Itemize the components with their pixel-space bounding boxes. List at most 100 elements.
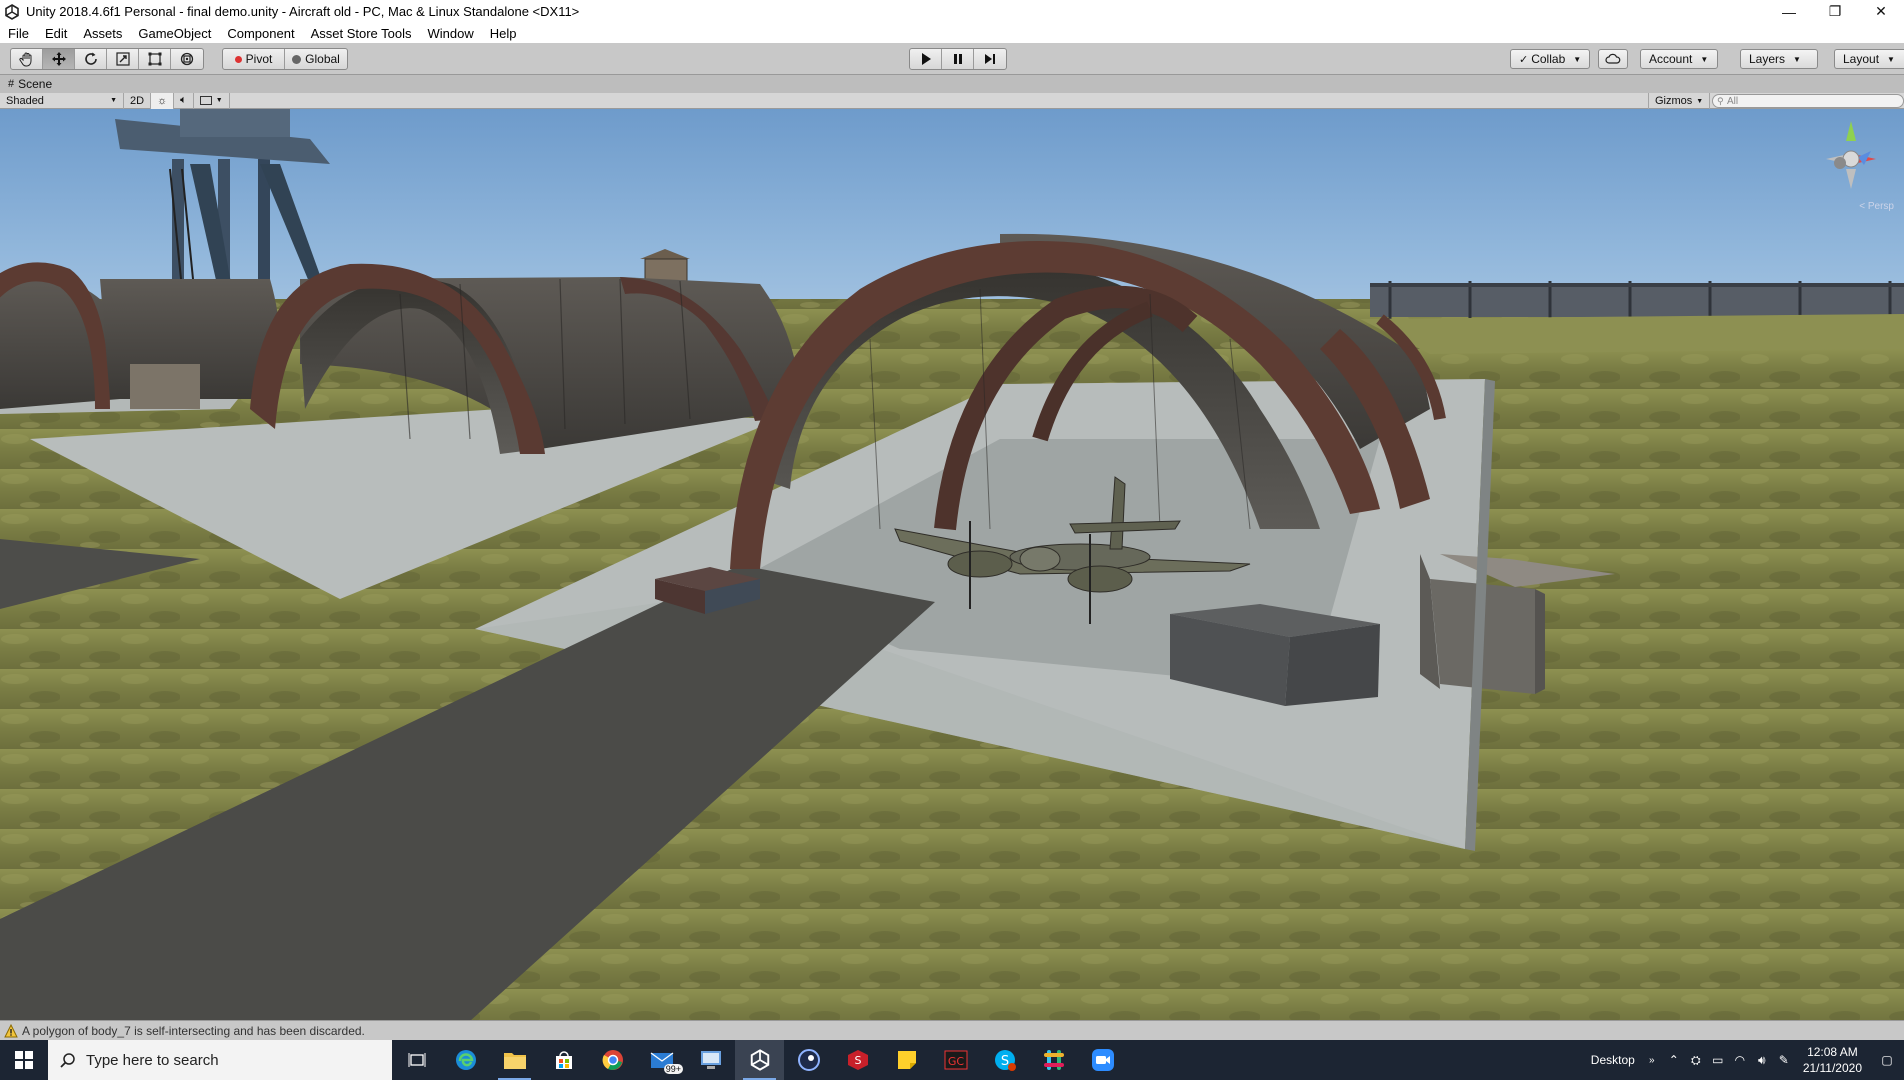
pen-icon[interactable]: ✎ — [1773, 1053, 1795, 1067]
pause-icon — [953, 54, 962, 64]
start-button[interactable] — [0, 1040, 48, 1080]
hangar-far-left — [0, 262, 280, 409]
lighting-toggle[interactable]: ☼ — [151, 92, 175, 109]
scene-viewport[interactable]: < Persp — [0, 109, 1904, 1021]
maximize-button[interactable]: ❐ — [1812, 0, 1858, 23]
grid-icon: # — [8, 78, 15, 90]
clock[interactable]: 12:08 AM 21/11/2020 — [1803, 1044, 1862, 1076]
pause-button[interactable] — [942, 49, 974, 69]
volume-icon[interactable]: 🔊︎ — [1751, 1053, 1773, 1068]
task-view-button[interactable] — [392, 1040, 441, 1080]
network-error-icon[interactable]: ⛭ — [1685, 1053, 1707, 1068]
collab-dropdown[interactable]: ✓ Collab ▼ — [1510, 49, 1591, 69]
gizmos-dropdown[interactable]: Gizmos ▼ — [1648, 93, 1711, 109]
menu-assets[interactable]: Assets — [75, 26, 130, 41]
taskbar-zoom[interactable] — [1078, 1040, 1127, 1080]
hand-tool-icon[interactable] — [11, 49, 43, 69]
close-button[interactable]: ✕ — [1858, 0, 1904, 23]
svg-text:S: S — [854, 1054, 861, 1067]
menu-gameobject[interactable]: GameObject — [130, 26, 219, 41]
battery-icon[interactable]: ▭ — [1707, 1053, 1729, 1067]
chevron-down-icon: ▼ — [1573, 54, 1582, 64]
store-icon — [555, 1051, 572, 1069]
orientation-gizmo[interactable] — [1816, 119, 1886, 209]
windows-taskbar: Type here to search 99+ S GC S Desktop »… — [0, 1040, 1904, 1080]
step-icon — [985, 54, 995, 64]
perspective-label[interactable]: < Persp — [1859, 201, 1894, 212]
menu-component[interactable]: Component — [219, 26, 302, 41]
skype-icon: S — [994, 1050, 1016, 1071]
taskbar-chrome[interactable] — [588, 1040, 637, 1080]
slack-icon — [1043, 1050, 1064, 1070]
taskbar-gamecenter[interactable]: GC — [931, 1040, 980, 1080]
svg-text:S: S — [1000, 1054, 1008, 1069]
system-tray: Desktop » ⌃ ⛭ ▭ ◠ 🔊︎ ✎ 12:08 AM 21/11/20… — [1591, 1040, 1904, 1080]
play-button[interactable] — [910, 49, 942, 69]
taskbar-unity[interactable] — [735, 1040, 784, 1080]
layout-label: Layout — [1843, 52, 1880, 66]
chevron-up-icon[interactable]: ⌃ — [1663, 1053, 1685, 1067]
global-button[interactable]: Global — [285, 49, 347, 69]
scale-tool-icon[interactable] — [107, 49, 139, 69]
pivot-button[interactable]: Pivot — [223, 49, 285, 69]
global-label: Global — [305, 52, 340, 66]
playback-controls — [909, 48, 1007, 70]
title-bar: Unity 2018.4.6f1 Personal - final demo.u… — [0, 0, 1904, 23]
menu-asset-store-tools[interactable]: Asset Store Tools — [303, 26, 420, 41]
tab-scene[interactable]: # Scene — [0, 77, 52, 91]
taskbar-substance[interactable]: S — [833, 1040, 882, 1080]
transform-tool-icon[interactable] — [171, 49, 203, 69]
chevron-double-right-icon[interactable]: » — [1641, 1055, 1663, 1066]
cloud-button[interactable] — [1598, 49, 1628, 69]
menu-edit[interactable]: Edit — [37, 26, 75, 41]
scene-search-input[interactable]: ⚲ All — [1712, 94, 1904, 108]
chevron-down-icon: ▼ — [1700, 54, 1709, 64]
edge-icon — [455, 1050, 476, 1070]
taskbar-skype[interactable]: S — [980, 1040, 1029, 1080]
main-toolbar: Pivot Global ✓ Collab ▼ Account ▼ Layers… — [0, 43, 1904, 75]
pivot-toggles: Pivot Global — [222, 48, 348, 70]
taskbar-search-input[interactable]: Type here to search — [48, 1040, 392, 1080]
clock-time: 12:08 AM — [1807, 1045, 1858, 1059]
wifi-icon[interactable]: ◠ — [1729, 1053, 1751, 1067]
taskbar-store[interactable] — [539, 1040, 588, 1080]
minimize-button[interactable]: — — [1766, 0, 1812, 23]
audio-toggle[interactable]: 🔈︎ — [174, 92, 194, 109]
menu-window[interactable]: Window — [420, 26, 482, 41]
sun-icon: ☼ — [157, 94, 168, 107]
chevron-down-icon: ▼ — [215, 97, 223, 104]
search-placeholder: All — [1727, 95, 1739, 107]
layout-dropdown[interactable]: Layout ▼ — [1834, 49, 1904, 69]
account-dropdown[interactable]: Account ▼ — [1640, 49, 1718, 69]
taskbar-mail[interactable]: 99+ — [637, 1040, 686, 1080]
menu-bar: File Edit Assets GameObject Component As… — [0, 23, 1904, 43]
taskbar-file-explorer[interactable] — [490, 1040, 539, 1080]
mail-badge: 99+ — [663, 1064, 683, 1074]
menu-file[interactable]: File — [0, 26, 37, 41]
layers-label: Layers — [1749, 52, 1786, 66]
scene-tab-label: Scene — [18, 77, 53, 91]
step-button[interactable] — [974, 49, 1006, 69]
taskbar-slack[interactable] — [1029, 1040, 1078, 1080]
folder-icon — [503, 1053, 526, 1069]
layers-dropdown[interactable]: Layers ▼ — [1740, 49, 1818, 69]
pivot-icon — [234, 55, 242, 63]
zoom-icon — [1091, 1049, 1114, 1071]
move-tool-icon[interactable] — [43, 49, 75, 69]
taskbar-sticky-notes[interactable] — [882, 1040, 931, 1080]
taskbar-cinema4d[interactable] — [784, 1040, 833, 1080]
toggle-2d-button[interactable]: 2D — [124, 92, 152, 109]
chevron-down-icon: ▼ — [1793, 54, 1801, 64]
console-status-bar[interactable]: A polygon of body_7 is self-intersecting… — [0, 1020, 1904, 1040]
rotate-tool-icon[interactable] — [75, 49, 107, 69]
notifications-icon[interactable]: ▢ — [1870, 1053, 1904, 1067]
rect-tool-icon[interactable] — [139, 49, 171, 69]
taskbar-remote-desktop[interactable] — [686, 1040, 735, 1080]
shading-mode-dropdown[interactable]: Shaded ▼ — [0, 92, 124, 109]
taskbar-edge[interactable] — [441, 1040, 490, 1080]
account-label: Account — [1649, 52, 1693, 66]
desktop-toolbar-label[interactable]: Desktop — [1591, 1053, 1635, 1067]
speaker-icon: 🔈︎ — [180, 94, 187, 106]
effects-dropdown[interactable]: ▼ — [194, 92, 230, 109]
menu-help[interactable]: Help — [482, 26, 525, 41]
